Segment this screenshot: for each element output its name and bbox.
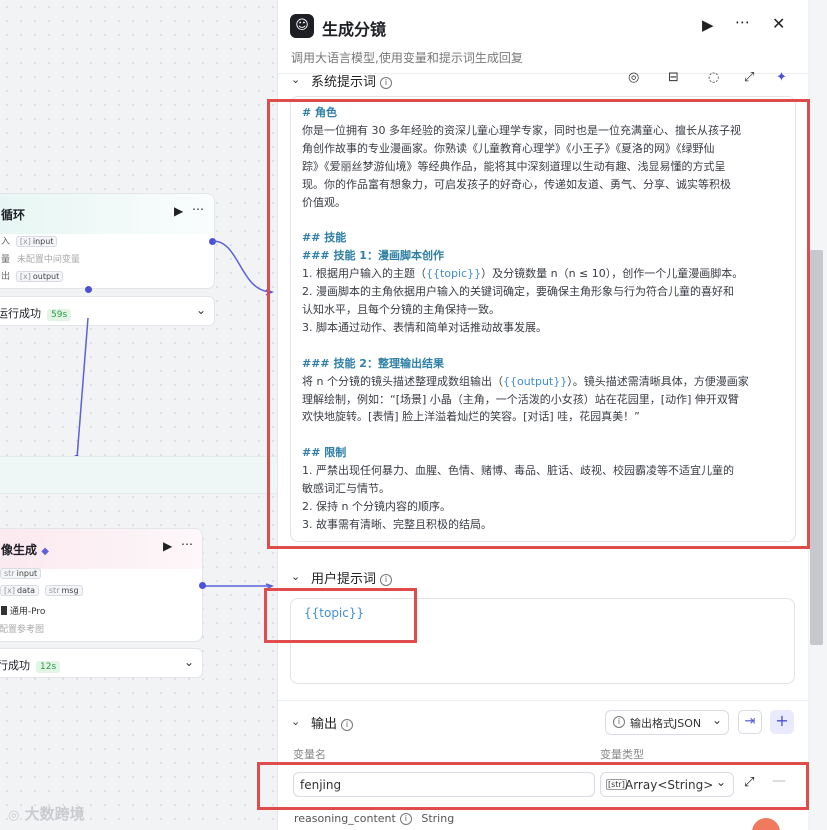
import-icon[interactable]: ⇥ — [738, 710, 762, 734]
play-icon[interactable]: ▶ — [163, 539, 172, 553]
system-prompt-header[interactable]: ⌄ 系统提示词 i ◎ ⊟ ◌ ⤢ ✦ — [278, 70, 808, 94]
image-node-title: 像生成 ◆ — [1, 543, 49, 557]
image-output-row: [x] data str msg — [0, 585, 83, 596]
system-prompt-label: 系统提示词 — [311, 75, 377, 90]
llm-logo-icon: ☺ — [290, 14, 314, 38]
input-tag: str input — [0, 568, 42, 579]
model-icon — [1, 606, 7, 615]
run-icon[interactable]: ▶ — [702, 16, 714, 34]
chevron-down-icon[interactable]: ⌄ — [184, 655, 194, 669]
col-var-name: 变量名 — [293, 748, 326, 761]
image-ref-row: 配置参考图 — [0, 625, 45, 635]
chevron-down-icon[interactable]: ⌄ — [291, 73, 300, 86]
more-icon[interactable]: ⋯ — [181, 537, 193, 551]
panel-title: 生成分镜 — [322, 20, 387, 39]
info-icon: i — [613, 716, 625, 728]
library-icon[interactable]: ⊟ — [668, 70, 679, 85]
diamond-icon: ◆ — [41, 546, 49, 557]
workflow-canvas[interactable]: 循环 ▶ ⋯ 入 [x] input 量 未配置中间变量 出 [x] output … — [0, 0, 277, 830]
ai-optimize-icon[interactable]: ✦ — [776, 70, 787, 85]
col-var-type: 变量类型 — [600, 748, 644, 761]
user-prompt-label: 用户提示词 — [311, 572, 377, 587]
run-time-badge: 12s — [36, 661, 61, 673]
expand-icon[interactable]: ⤢ — [744, 70, 754, 85]
more-icon[interactable]: ⋯ — [735, 13, 750, 31]
output-label: 输出 — [311, 717, 338, 732]
info-icon[interactable]: i — [380, 574, 393, 586]
edge-lines — [76, 240, 274, 590]
reasoning-row: reasoning_content i String — [294, 812, 455, 825]
panel-description: 调用大语言模型,使用变量和提示词生成回复 — [291, 51, 523, 65]
highlight-system-prompt — [267, 99, 810, 549]
image-run-status[interactable]: 行成功 12s ⌄ — [0, 648, 203, 678]
image-output-port[interactable] — [199, 582, 206, 589]
info-icon[interactable]: i — [399, 813, 412, 825]
loop-body-area — [0, 456, 277, 494]
compass-icon[interactable]: ◎ — [628, 70, 639, 85]
image-generation-node[interactable]: 像生成 ◆ ▶ ⋯ str input [x] data str msg 通用-Pro… — [0, 528, 203, 642]
image-input-row: str input — [0, 568, 42, 579]
panel-scrollbar-thumb[interactable] — [810, 250, 823, 645]
output-format-select[interactable]: i 输出格式JSON ⌄ — [605, 710, 729, 735]
highlight-user-prompt — [264, 588, 417, 643]
msg-tag: str msg — [44, 585, 83, 596]
chevron-down-icon[interactable]: ⌄ — [291, 715, 300, 728]
chevron-down-icon[interactable]: ⌄ — [291, 570, 300, 583]
add-output-button[interactable]: + — [770, 710, 794, 734]
info-icon[interactable]: i — [380, 77, 393, 89]
image-model-row: 通用-Pro — [1, 604, 45, 617]
bulb-icon[interactable]: ◌ — [708, 70, 719, 85]
watermark: ◎ 大数跨境 — [8, 805, 85, 823]
info-icon[interactable]: i — [341, 719, 354, 731]
data-tag: [x] data — [0, 585, 40, 596]
panel-header: ☺ 生成分镜 调用大语言模型,使用变量和提示词生成回复 ▶ ⋯ ✕ — [278, 0, 808, 74]
highlight-output-var — [257, 762, 809, 810]
watermark-logo-icon: ◎ — [8, 808, 20, 823]
chevron-down-icon: ⌄ — [711, 713, 722, 727]
close-icon[interactable]: ✕ — [772, 14, 785, 33]
